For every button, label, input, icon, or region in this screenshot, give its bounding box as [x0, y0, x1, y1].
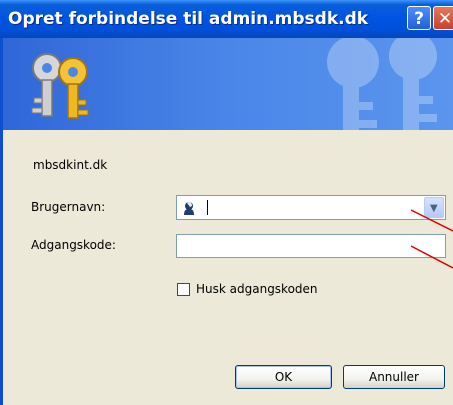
close-button[interactable]: ✕ — [433, 6, 453, 30]
username-label: Brugernavn: — [31, 200, 106, 214]
keys-watermark-icon — [327, 38, 437, 130]
title-bar[interactable]: Opret forbindelse til admin.mbsdk.dk ? ✕ — [0, 0, 453, 38]
password-field[interactable] — [176, 234, 446, 258]
login-dialog: Opret forbindelse til admin.mbsdk.dk ? ✕ — [0, 0, 453, 405]
remember-password-label[interactable]: Husk adgangskoden — [196, 282, 318, 296]
user-icon — [181, 200, 197, 216]
username-dropdown-button[interactable]: ▼ — [424, 197, 444, 218]
help-button[interactable]: ? — [407, 6, 431, 30]
username-field[interactable]: ▼ — [176, 195, 446, 220]
password-label: Adgangskode: — [31, 238, 116, 252]
window-title: Opret forbindelse til admin.mbsdk.dk — [8, 9, 369, 29]
ok-button[interactable]: OK — [235, 365, 332, 389]
dialog-banner — [0, 38, 453, 130]
server-name: mbsdkint.dk — [33, 158, 108, 172]
remember-password-checkbox[interactable] — [177, 283, 190, 296]
text-cursor — [207, 200, 208, 215]
cancel-button[interactable]: Annuller — [343, 365, 445, 389]
keys-icon — [31, 53, 89, 119]
window-frame — [0, 38, 3, 405]
chevron-down-icon: ▼ — [430, 203, 438, 214]
